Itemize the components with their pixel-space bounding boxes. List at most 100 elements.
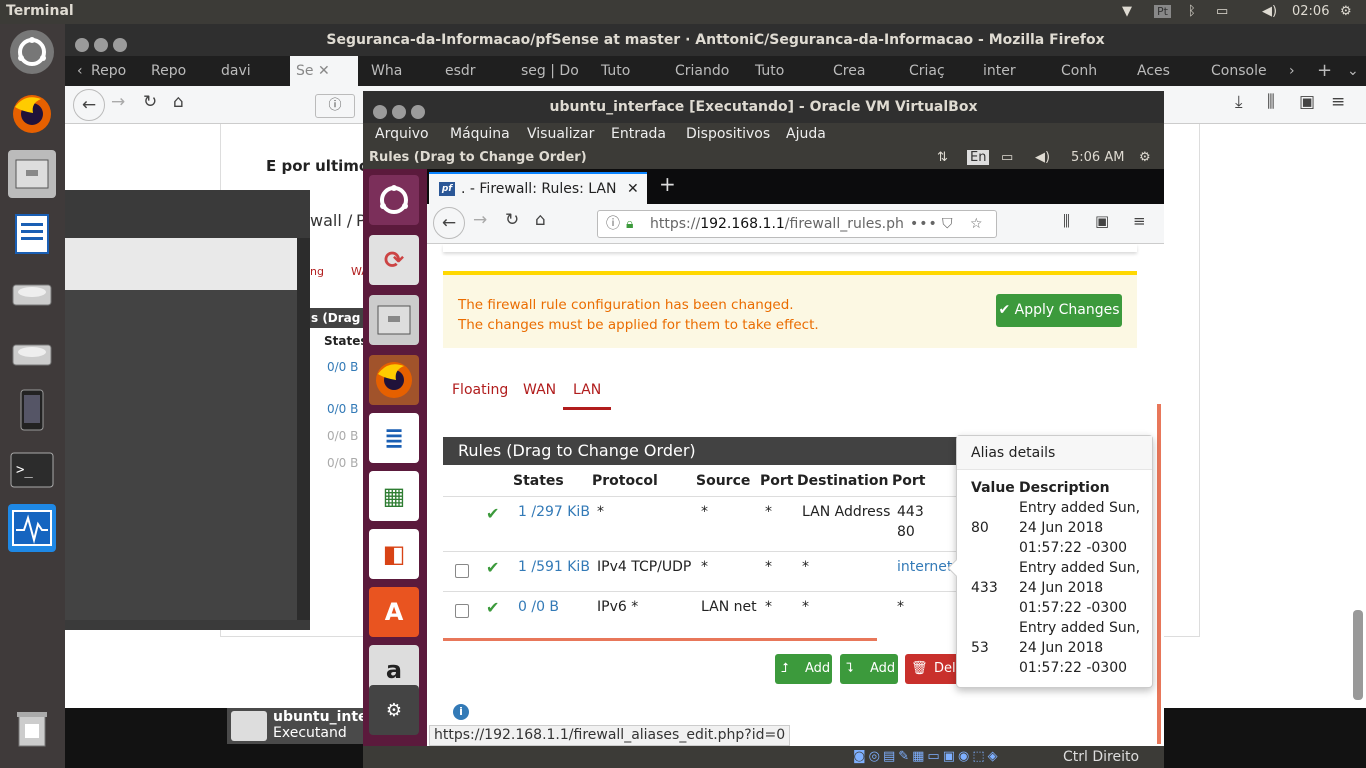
host-tab[interactable]: esdr: [439, 56, 509, 86]
col-source[interactable]: Source: [696, 473, 750, 489]
home-icon[interactable]: ⌂: [173, 92, 184, 112]
info-icon[interactable]: i: [453, 704, 469, 720]
rule-states[interactable]: 1 /591 KiB: [518, 559, 590, 575]
guest-new-tab-icon[interactable]: +: [659, 172, 676, 196]
guest-firefox-icon[interactable]: [369, 355, 419, 405]
guest-impress-icon[interactable]: ◧: [369, 529, 419, 579]
guest-reload-icon[interactable]: ↻: [505, 210, 519, 230]
host-overlay-scrollbar[interactable]: [297, 238, 310, 620]
tab-scroll-right-icon[interactable]: ›: [1283, 56, 1303, 86]
network-icon[interactable]: ⇅: [937, 150, 948, 165]
wifi-icon[interactable]: ▼: [1122, 4, 1132, 19]
host-tab[interactable]: Aces: [1131, 56, 1201, 86]
close-window-button[interactable]: [75, 38, 89, 52]
menu-maquina[interactable]: Máquina: [450, 126, 510, 142]
minimize-window-button[interactable]: [94, 38, 108, 52]
host-tab[interactable]: Criando: [669, 56, 741, 86]
page-actions-icon[interactable]: •••: [904, 211, 938, 237]
system-monitor-icon[interactable]: [8, 504, 56, 552]
menu-ajuda[interactable]: Ajuda: [786, 126, 826, 142]
tab-lan[interactable]: LAN: [563, 382, 612, 410]
guest-back-icon[interactable]: ←: [433, 207, 465, 239]
host-tab[interactable]: seg | Do: [515, 56, 589, 86]
firefox-icon[interactable]: [8, 90, 56, 138]
host-scrollbar[interactable]: [1353, 610, 1363, 700]
host-url-info-icon[interactable]: ⓘ: [315, 94, 355, 118]
site-info-icon[interactable]: ⓘ: [606, 211, 620, 237]
files-icon[interactable]: [8, 150, 56, 198]
battery-icon[interactable]: ▭: [1216, 4, 1228, 19]
delete-button[interactable]: 🗑︎ Dele: [905, 654, 961, 684]
tab-list-icon[interactable]: ⌄: [1341, 56, 1363, 86]
volume-icon[interactable]: ◀): [1262, 4, 1277, 19]
host-tab[interactable]: Tuto: [595, 56, 667, 86]
keyboard-layout-icon[interactable]: Pt: [1154, 5, 1171, 18]
rule-states[interactable]: 0 /0 B: [518, 599, 559, 615]
host-tab[interactable]: Repo: [85, 56, 147, 86]
software-updater-icon[interactable]: ⟳: [369, 235, 419, 285]
host-tab-active[interactable]: Se ✕: [290, 56, 358, 86]
new-tab-icon[interactable]: +: [1311, 56, 1337, 86]
col-states[interactable]: States: [513, 473, 564, 489]
host-tab[interactable]: Tuto: [749, 56, 821, 86]
reload-icon[interactable]: ↻: [143, 92, 157, 112]
guest-writer-icon[interactable]: ≣: [369, 413, 419, 463]
host-tab[interactable]: Wha: [365, 56, 429, 86]
guest-files-icon[interactable]: [369, 295, 419, 345]
host-tab[interactable]: Conh: [1055, 56, 1127, 86]
apply-changes-button[interactable]: ✔ Apply Changes: [996, 294, 1122, 327]
back-icon[interactable]: ←: [73, 89, 105, 121]
add-bottom-button[interactable]: ⮧ Add: [840, 654, 898, 684]
vbox-close-button[interactable]: [373, 105, 387, 119]
host-tab[interactable]: Criaç: [903, 56, 975, 86]
vbox-device-icons[interactable]: ◙◎▤✎▦▭▣◉⬚◈: [853, 749, 1001, 764]
trash-icon[interactable]: [8, 704, 56, 752]
col-destination[interactable]: Destination: [797, 473, 888, 489]
phone-icon[interactable]: [8, 386, 56, 434]
rule-select-checkbox[interactable]: [455, 604, 469, 618]
gear-icon[interactable]: ⚙: [1340, 4, 1352, 19]
pocket-icon[interactable]: ⛉: [942, 211, 953, 237]
host-tab[interactable]: inter: [977, 56, 1049, 86]
writer-icon[interactable]: [8, 210, 56, 258]
guest-keyboard-icon[interactable]: En: [967, 150, 990, 165]
lock-warning-icon[interactable]: 🔒︎: [626, 211, 633, 237]
menu-icon[interactable]: ≡: [1331, 92, 1345, 112]
guest-calc-icon[interactable]: ▦: [369, 471, 419, 521]
host-vbox-taskitem[interactable]: ubuntu_inte Executand: [227, 708, 368, 744]
menu-dispositivos[interactable]: Dispositivos: [686, 126, 770, 142]
drive-icon-2[interactable]: [8, 330, 56, 378]
tab-wan[interactable]: WAN: [523, 382, 556, 398]
guest-volume-icon[interactable]: ◀): [1035, 150, 1050, 165]
host-tab[interactable]: Console: [1205, 56, 1285, 86]
guest-library-icon[interactable]: ⫼: [1063, 212, 1070, 230]
guest-clock[interactable]: 5:06 AM: [1071, 150, 1124, 165]
col-protocol[interactable]: Protocol: [592, 473, 658, 489]
bookmark-star-icon[interactable]: ☆: [970, 211, 983, 237]
guest-sidebar-icon[interactable]: ▣: [1095, 212, 1109, 230]
maximize-window-button[interactable]: [113, 38, 127, 52]
library-icon[interactable]: ⫼: [1267, 92, 1275, 112]
guest-menu-icon[interactable]: ≡: [1133, 212, 1146, 230]
rule-states[interactable]: 1 /297 KiB: [518, 504, 590, 520]
guest-battery-icon[interactable]: ▭: [1001, 150, 1013, 165]
host-tab[interactable]: Repo: [145, 56, 211, 86]
terminal-icon[interactable]: >_: [8, 446, 56, 494]
software-center-icon[interactable]: A: [369, 587, 419, 637]
table-scroll-indicator[interactable]: [443, 638, 877, 641]
col-port[interactable]: Port: [760, 473, 793, 489]
page-scrollbar[interactable]: [1157, 404, 1161, 744]
rule-dest-port-alias[interactable]: internet: [897, 559, 952, 575]
guest-home-icon[interactable]: ⌂: [535, 210, 546, 230]
menu-visualizar[interactable]: Visualizar: [527, 126, 594, 142]
vbox-maximize-button[interactable]: [411, 105, 425, 119]
host-tab[interactable]: davi: [215, 56, 281, 86]
close-tab-icon[interactable]: ✕: [627, 174, 639, 204]
host-tab[interactable]: Crea: [827, 56, 897, 86]
rule-select-checkbox[interactable]: [455, 564, 469, 578]
host-clock[interactable]: 02:06: [1292, 4, 1329, 19]
vbox-minimize-button[interactable]: [392, 105, 406, 119]
add-top-button[interactable]: ⮥ Add: [775, 654, 832, 684]
menu-entrada[interactable]: Entrada: [611, 126, 666, 142]
guest-forward-icon[interactable]: →: [473, 210, 487, 230]
